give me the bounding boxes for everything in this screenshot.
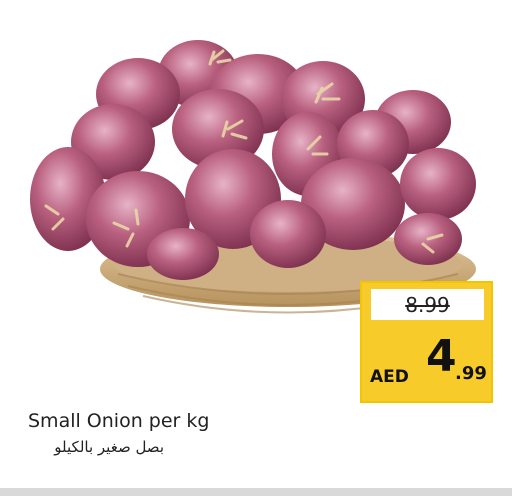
onions: [30, 40, 476, 280]
old-price: 8.99: [405, 292, 450, 317]
product-name-english: Small Onion per kg: [28, 410, 210, 432]
product-name-arabic: بصل صغير بالكيلو: [54, 438, 164, 456]
onion-basket-photo: [30, 40, 476, 314]
price-currency: AED: [370, 367, 409, 387]
price-decimal: .99: [455, 363, 487, 384]
price-integer: 4: [426, 331, 457, 382]
product-card[interactable]: 8.99 AED 4 .99 Small Onion per kg بصل صغ…: [0, 0, 512, 496]
old-price-box: 8.99: [371, 289, 484, 320]
bottom-divider: [0, 488, 512, 496]
price-tag: 8.99 AED 4 .99: [360, 281, 493, 403]
